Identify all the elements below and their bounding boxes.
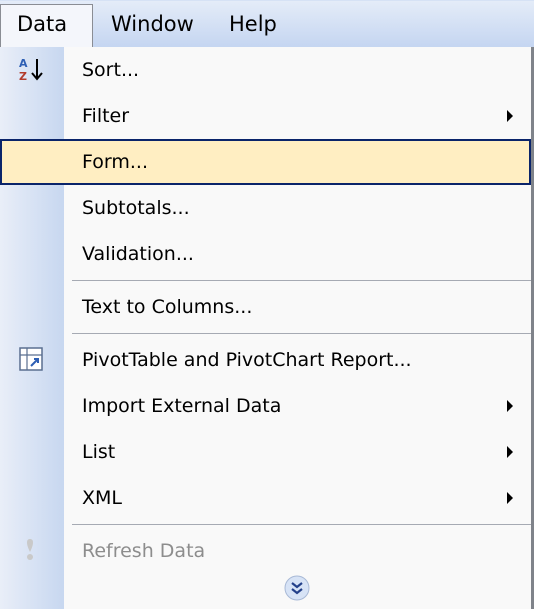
menu-item-list-label: List [82,441,116,463]
pivot-table-icon [18,346,46,374]
menu-item-xml[interactable]: XML [0,475,531,521]
menu-item-form[interactable]: Form... [0,139,531,185]
submenu-arrow-icon [507,110,513,122]
menu-help[interactable]: Help [229,5,277,43]
refresh-data-icon [18,536,46,564]
menu-item-refresh-data: Refresh Data [0,528,531,574]
menu-item-subtotals-label: Subtotals... [82,197,190,219]
menu-data[interactable]: Data [0,4,93,49]
submenu-arrow-icon [507,400,513,412]
svg-text:Z: Z [19,70,27,83]
menu-item-validation[interactable]: Validation... [0,231,531,277]
menu-item-filter-label: Filter [82,105,130,127]
menu-item-sort[interactable]: A Z Sort... [0,47,531,93]
menu-item-pivottable-label: PivotTable and PivotChart Report... [82,349,412,371]
submenu-arrow-icon [507,492,513,504]
sort-ascending-icon: A Z [18,55,46,83]
menu-help-label: Help [229,12,277,36]
menu-window[interactable]: Window [111,5,194,43]
menu-item-import-label: Import External Data [82,395,282,417]
menu-item-refresh-label: Refresh Data [82,540,206,562]
menu-window-label: Window [111,12,194,36]
menu-item-form-label: Form... [82,151,148,173]
menu-item-import-external-data[interactable]: Import External Data [0,383,531,429]
submenu-arrow-icon [507,446,513,458]
menu-bar: Data Window Help [0,0,534,49]
menu-item-xml-label: XML [82,487,122,509]
menu-item-filter[interactable]: Filter [0,93,531,139]
svg-text:A: A [19,57,28,70]
menu-separator [72,333,531,334]
menu-item-validation-label: Validation... [82,243,194,265]
menu-separator [72,524,531,525]
menu-item-pivottable[interactable]: PivotTable and PivotChart Report... [0,337,531,383]
data-dropdown-menu: A Z Sort... Filter Form... Subtotals... … [0,47,534,609]
expand-chevron-icon[interactable] [283,574,311,602]
menu-separator [72,280,531,281]
menu-item-text-to-columns-label: Text to Columns... [82,296,253,318]
menu-data-label: Data [17,12,68,36]
menu-item-list[interactable]: List [0,429,531,475]
menu-item-sort-label: Sort... [82,59,140,81]
excel-data-menu-screenshot: Data Window Help A Z Sort... Filter Form… [0,0,534,609]
menu-item-subtotals[interactable]: Subtotals... [0,185,531,231]
menu-item-text-to-columns[interactable]: Text to Columns... [0,284,531,330]
